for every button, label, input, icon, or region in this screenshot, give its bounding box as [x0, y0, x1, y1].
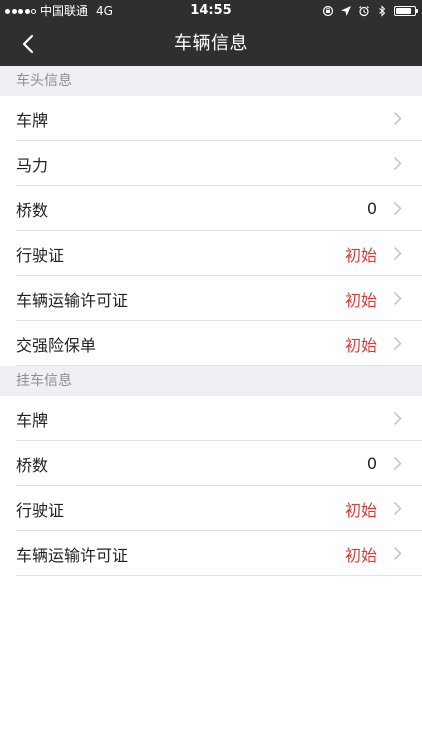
row-trailer-driving-license[interactable]: 行驶证 初始	[0, 486, 422, 531]
status-bar: 中国联通 4G 14:55	[0, 0, 422, 22]
row-status: 初始	[344, 500, 377, 520]
chevron-right-icon	[393, 201, 402, 216]
row-label: 车辆运输许可证	[16, 545, 129, 565]
chevron-right-icon	[393, 156, 402, 171]
chevron-right-icon	[393, 291, 402, 306]
navigation-bar: 车辆信息	[0, 22, 422, 66]
chevron-right-icon	[393, 546, 402, 561]
page-title: 车辆信息	[174, 33, 248, 54]
battery-icon	[394, 6, 418, 16]
alarm-clock-icon	[359, 6, 369, 17]
chevron-right-icon	[393, 411, 402, 426]
row-label: 行驶证	[16, 500, 65, 520]
row-trailer-transport-permit[interactable]: 车辆运输许可证 初始	[0, 531, 422, 576]
row-tractor-plate[interactable]: 车牌	[0, 96, 422, 141]
screen: 中国联通 4G 14:55 车辆信息 车头信息 车牌 马力 桥数 0 行驶证 初…	[0, 0, 422, 750]
section-header-trailer: 挂车信息	[0, 366, 422, 396]
row-tractor-transport-permit[interactable]: 车辆运输许可证 初始	[0, 276, 422, 321]
row-trailer-axles[interactable]: 桥数 0	[0, 441, 422, 486]
row-status: 初始	[344, 290, 377, 310]
row-value: 0	[366, 454, 377, 473]
row-tractor-axles[interactable]: 桥数 0	[0, 186, 422, 231]
row-label: 车牌	[16, 110, 49, 130]
rotation-lock-icon	[322, 5, 334, 17]
row-status: 初始	[344, 335, 377, 355]
row-status: 初始	[344, 545, 377, 565]
top-bar: 中国联通 4G 14:55 车辆信息	[0, 0, 422, 66]
row-label: 桥数	[16, 200, 49, 220]
row-value: 0	[366, 199, 377, 218]
row-label: 桥数	[16, 455, 49, 475]
chevron-right-icon	[393, 336, 402, 351]
row-trailer-plate[interactable]: 车牌	[0, 396, 422, 441]
chevron-right-icon	[393, 456, 402, 471]
section-header-tractor: 车头信息	[0, 66, 422, 96]
row-status: 初始	[344, 245, 377, 265]
row-label: 车辆运输许可证	[16, 290, 129, 310]
row-label: 车牌	[16, 410, 49, 430]
status-right	[322, 0, 418, 22]
chevron-right-icon	[393, 246, 402, 261]
location-arrow-icon	[341, 6, 351, 16]
row-tractor-horsepower[interactable]: 马力	[0, 141, 422, 186]
row-label: 行驶证	[16, 245, 65, 265]
row-label: 马力	[16, 155, 49, 175]
chevron-right-icon	[393, 501, 402, 516]
row-tractor-insurance-policy[interactable]: 交强险保单 初始	[0, 321, 422, 366]
row-tractor-driving-license[interactable]: 行驶证 初始	[0, 231, 422, 276]
bluetooth-icon	[379, 5, 386, 17]
row-label: 交强险保单	[16, 335, 97, 355]
chevron-right-icon	[393, 111, 402, 126]
battery-level	[396, 8, 411, 14]
